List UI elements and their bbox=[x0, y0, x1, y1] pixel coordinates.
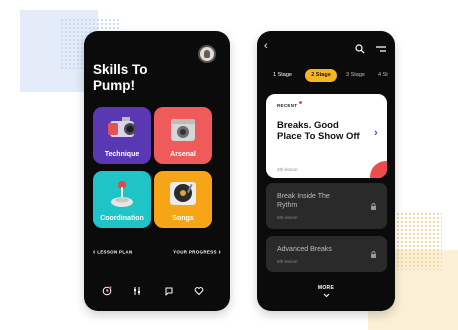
tile-label-technique: Technique bbox=[104, 151, 140, 158]
recent-indicator-dot bbox=[299, 101, 302, 104]
lesson-plan-link[interactable]: ‹ LESSON PLAN bbox=[93, 249, 133, 256]
lesson-card[interactable]: Break Inside The Rythm 5th lesson bbox=[266, 183, 387, 229]
lock-icon bbox=[371, 251, 376, 258]
recent-lesson-title: Breaks. Good Place To Show Off bbox=[277, 120, 360, 142]
decor-yellow-dots bbox=[392, 212, 442, 270]
tile-technique[interactable]: Technique bbox=[93, 107, 151, 164]
chevron-left-icon: ‹ bbox=[93, 249, 96, 256]
joystick-icon bbox=[111, 181, 133, 207]
vinyl-record-icon bbox=[170, 182, 196, 205]
back-arrow-icon[interactable]: ‹ bbox=[264, 40, 268, 52]
clock-icon[interactable] bbox=[102, 286, 112, 296]
chevron-down-icon[interactable] bbox=[323, 293, 330, 298]
top-bar: ‹ bbox=[257, 40, 395, 55]
tile-songs[interactable]: Songs bbox=[154, 171, 212, 228]
your-progress-label: YOUR PROGRESS bbox=[173, 249, 217, 255]
search-icon[interactable] bbox=[355, 44, 365, 54]
page-title: Skills To Pump! bbox=[93, 62, 148, 93]
tab-stage-4[interactable]: 4 St bbox=[378, 69, 388, 82]
lesson-subtitle: 5th lesson bbox=[277, 215, 298, 220]
phone-skills-screen: Skills To Pump! Technique Arsenal Coordi… bbox=[84, 31, 230, 311]
tab-stage-2[interactable]: 2 Stage bbox=[305, 69, 337, 82]
chevron-right-icon: › bbox=[218, 249, 221, 256]
lesson-navigation: ‹ LESSON PLAN YOUR PROGRESS › bbox=[93, 249, 221, 259]
stage-tabs: 1 Stage 2 Stage 3 Stage 4 St bbox=[257, 69, 395, 82]
tile-label-arsenal: Arsenal bbox=[170, 151, 196, 158]
lesson-plan-label: LESSON PLAN bbox=[97, 249, 133, 255]
tile-coordination[interactable]: Coordination bbox=[93, 171, 151, 228]
tab-stage-1[interactable]: 1 Stage bbox=[273, 69, 292, 82]
more-button[interactable]: MORE bbox=[257, 285, 395, 291]
phone-stage-screen: ‹ 1 Stage 2 Stage 3 Stage 4 St RECENT Br… bbox=[257, 31, 395, 311]
recent-lesson-subtitle: 4th lesson bbox=[277, 167, 298, 172]
sliders-icon[interactable] bbox=[132, 286, 142, 296]
menu-icon[interactable] bbox=[376, 46, 386, 53]
lock-icon bbox=[371, 203, 376, 210]
chevron-right-icon[interactable]: › bbox=[374, 127, 378, 139]
bottom-nav-bar bbox=[84, 286, 230, 300]
tile-label-songs: Songs bbox=[172, 215, 194, 222]
tab-stage-3[interactable]: 3 Stage bbox=[346, 69, 365, 82]
recent-label: RECENT bbox=[277, 103, 298, 108]
amplifier-icon bbox=[171, 119, 195, 141]
tile-arsenal[interactable]: Arsenal bbox=[154, 107, 212, 164]
decor-red-circle bbox=[370, 161, 387, 178]
lesson-card[interactable]: Advanced Breaks 6th lesson bbox=[266, 236, 387, 272]
your-progress-link[interactable]: YOUR PROGRESS › bbox=[173, 249, 221, 256]
lesson-title: Break Inside The Rythm bbox=[277, 193, 330, 209]
heart-icon[interactable] bbox=[194, 286, 204, 296]
recent-lesson-card[interactable]: RECENT Breaks. Good Place To Show Off 4t… bbox=[266, 94, 387, 178]
tile-label-coordination: Coordination bbox=[100, 215, 144, 222]
lesson-title: Advanced Breaks bbox=[277, 246, 332, 253]
video-camera-icon bbox=[108, 117, 136, 137]
lesson-subtitle: 6th lesson bbox=[277, 259, 298, 264]
avatar[interactable] bbox=[198, 45, 216, 63]
chat-icon[interactable] bbox=[164, 286, 174, 296]
